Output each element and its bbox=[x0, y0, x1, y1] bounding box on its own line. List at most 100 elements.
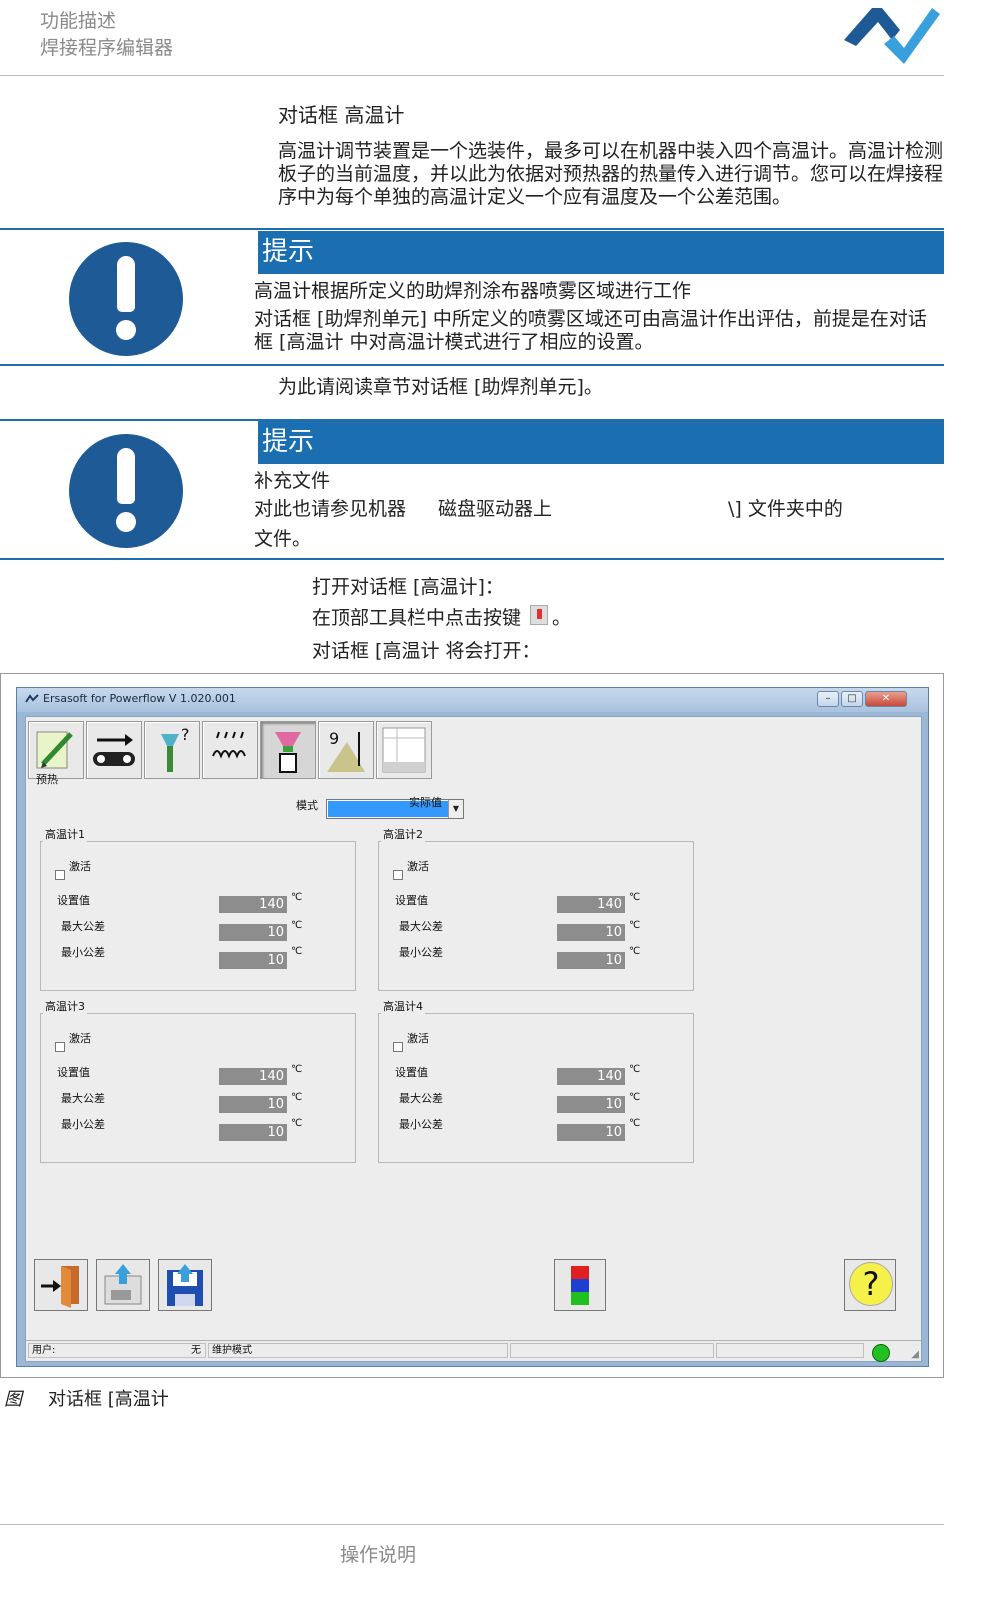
note1-bottom-line bbox=[0, 364, 944, 366]
note2-bottom-line bbox=[0, 558, 944, 560]
active-checkbox[interactable] bbox=[55, 870, 65, 880]
max-tolerance-label: 最大公差 bbox=[61, 1092, 105, 1105]
unit-label: ℃ bbox=[629, 1064, 641, 1075]
figure-prefix: 图 bbox=[4, 1389, 22, 1410]
pyrometer-name: 高温计2 bbox=[381, 826, 425, 842]
pyrometer-group-1: 高温计1 激活 设置值 最大公差 最小公差 140 10 10 ℃ ℃ ℃ bbox=[40, 826, 356, 991]
status-bar: 用户: 无 维护模式 ◢ bbox=[26, 1340, 921, 1362]
min-tolerance-field[interactable]: 10 bbox=[557, 952, 625, 969]
toolbar-table-button[interactable] bbox=[376, 721, 432, 779]
toolbar-solder-button[interactable]: 9 bbox=[318, 721, 374, 779]
unit-label: ℃ bbox=[291, 1092, 303, 1103]
set-value-label: 设置值 bbox=[57, 1066, 90, 1079]
pyrometer-name: 高温计3 bbox=[43, 998, 87, 1014]
svg-text:?: ? bbox=[181, 725, 190, 744]
close-button[interactable]: ✕ bbox=[865, 691, 907, 707]
solder-wave-icon: 9 bbox=[327, 729, 365, 772]
section-paragraph: 高温计调节装置是一个选装件，最多可以在机器中装入四个高温计。高温计检测板子的当前… bbox=[278, 140, 944, 208]
note1-line2: 对话框 [助焊剂单元] 中所定义的喷雾区域还可由高温计作出评估，前提是在对话框 … bbox=[254, 308, 927, 353]
min-tolerance-field[interactable]: 10 bbox=[219, 1124, 287, 1141]
min-tolerance-label: 最小公差 bbox=[61, 946, 105, 959]
pyrometer-group-3: 高温计3 激活 设置值 最大公差 最小公差 140 10 10 ℃ ℃ ℃ bbox=[40, 998, 356, 1163]
pyrometer-name: 高温计1 bbox=[43, 826, 87, 842]
min-tolerance-field[interactable]: 10 bbox=[219, 952, 287, 969]
note1-line1: 高温计根据所定义的助焊剂涂布器喷雾区域进行工作 bbox=[254, 280, 692, 302]
exclamation-icon bbox=[69, 242, 183, 356]
read-chapter-text: 为此请阅读章节对话框 [助焊剂单元]。 bbox=[278, 376, 603, 398]
app-window: Ersasoft for Powerflow V 1.020.001 – □ ✕… bbox=[16, 687, 929, 1367]
help-button[interactable]: ? bbox=[844, 1259, 896, 1311]
set-value-field[interactable]: 140 bbox=[219, 896, 287, 913]
max-tolerance-field[interactable]: 10 bbox=[219, 924, 287, 941]
set-value-field[interactable]: 140 bbox=[219, 1068, 287, 1085]
pyrometer-icon bbox=[275, 732, 301, 773]
header-subchapter: 焊接程序编辑器 bbox=[40, 37, 174, 59]
unit-label: ℃ bbox=[291, 920, 303, 931]
step-click-button-end: 。 bbox=[552, 607, 572, 629]
min-tolerance-label: 最小公差 bbox=[61, 1118, 105, 1131]
tab-label: 预热 bbox=[36, 773, 58, 786]
active-checkbox[interactable] bbox=[393, 1042, 403, 1052]
status-user-label: 用户: bbox=[32, 1345, 56, 1356]
app-title: Ersasoft for Powerflow V 1.020.001 bbox=[43, 692, 236, 705]
app-client-area: ? 9 预热 模式 实际值 ▼ 高温计1 激活 设置值 最大公差 最小公差 140 bbox=[25, 716, 922, 1362]
mode-select[interactable]: 实际值 ▼ bbox=[326, 796, 464, 819]
set-value-field[interactable]: 140 bbox=[557, 1068, 625, 1085]
toolbar-pyrometer-button[interactable] bbox=[260, 721, 316, 779]
status-mode: 维护模式 bbox=[208, 1343, 508, 1358]
max-tolerance-label: 最大公差 bbox=[399, 1092, 443, 1105]
active-label: 激活 bbox=[407, 860, 429, 873]
set-value-label: 设置值 bbox=[395, 1066, 428, 1079]
figure-caption: 对话框 [高温计 bbox=[48, 1389, 169, 1410]
set-value-label: 设置值 bbox=[395, 894, 428, 907]
unit-label: ℃ bbox=[291, 1064, 303, 1075]
floppy-save-icon bbox=[167, 1264, 203, 1306]
max-tolerance-field[interactable]: 10 bbox=[557, 1096, 625, 1113]
unit-label: ℃ bbox=[629, 1092, 641, 1103]
section-title: 对话框 高温计 bbox=[278, 103, 405, 127]
maximize-button[interactable]: □ bbox=[841, 691, 863, 707]
toolbar-conveyor-button[interactable] bbox=[86, 721, 142, 779]
rgb-colors-icon bbox=[571, 1266, 589, 1305]
pyrometer-name: 高温计4 bbox=[381, 998, 425, 1014]
pyrometer-group-2: 高温计2 激活 设置值 最大公差 最小公差 140 10 10 ℃ ℃ ℃ bbox=[378, 826, 694, 991]
pyrometer-toolbar-icon bbox=[530, 605, 548, 625]
note1-top-line bbox=[0, 228, 944, 230]
max-tolerance-field[interactable]: 10 bbox=[557, 924, 625, 941]
note2-line2b: 磁盘驱动器上 bbox=[438, 498, 553, 520]
svg-text:9: 9 bbox=[329, 729, 339, 748]
status-user-value: 无 bbox=[191, 1345, 201, 1356]
table-icon bbox=[382, 727, 426, 773]
app-icon bbox=[25, 694, 39, 703]
chevron-down-icon[interactable]: ▼ bbox=[448, 800, 463, 818]
exit-button[interactable] bbox=[34, 1259, 88, 1311]
unit-label: ℃ bbox=[629, 892, 641, 903]
exit-door-icon bbox=[41, 1266, 79, 1308]
toolbar-fluxer-button[interactable]: ? bbox=[144, 721, 200, 779]
heater-icon bbox=[212, 731, 246, 759]
step-click-button-text: 在顶部工具栏中点击按键 bbox=[312, 607, 522, 629]
active-checkbox[interactable] bbox=[393, 870, 403, 880]
max-tolerance-label: 最大公差 bbox=[61, 920, 105, 933]
pencil-icon bbox=[36, 731, 73, 769]
note2-line1: 补充文件 bbox=[254, 470, 331, 492]
resize-grip-icon[interactable]: ◢ bbox=[911, 1349, 919, 1360]
conveyor-icon bbox=[93, 734, 135, 766]
set-value-label: 设置值 bbox=[57, 894, 90, 907]
note2-title: 提示 bbox=[258, 421, 944, 464]
min-tolerance-field[interactable]: 10 bbox=[557, 1124, 625, 1141]
unit-label: ℃ bbox=[291, 946, 303, 957]
status-user: 用户: 无 bbox=[28, 1343, 206, 1358]
toolbar-preheat-button[interactable] bbox=[202, 721, 258, 779]
minimize-button[interactable]: – bbox=[817, 691, 839, 707]
note2-line3: 文件。 bbox=[254, 528, 312, 550]
upload-machine-button[interactable] bbox=[96, 1259, 150, 1311]
save-button[interactable] bbox=[158, 1259, 212, 1311]
max-tolerance-field[interactable]: 10 bbox=[219, 1096, 287, 1113]
active-checkbox[interactable] bbox=[55, 1042, 65, 1052]
pyrometer-group-4: 高温计4 激活 设置值 最大公差 最小公差 140 10 10 ℃ ℃ ℃ bbox=[378, 998, 694, 1163]
set-value-field[interactable]: 140 bbox=[557, 896, 625, 913]
header-divider bbox=[0, 75, 944, 76]
color-settings-button[interactable] bbox=[554, 1259, 606, 1311]
help-icon: ? bbox=[849, 1262, 893, 1306]
